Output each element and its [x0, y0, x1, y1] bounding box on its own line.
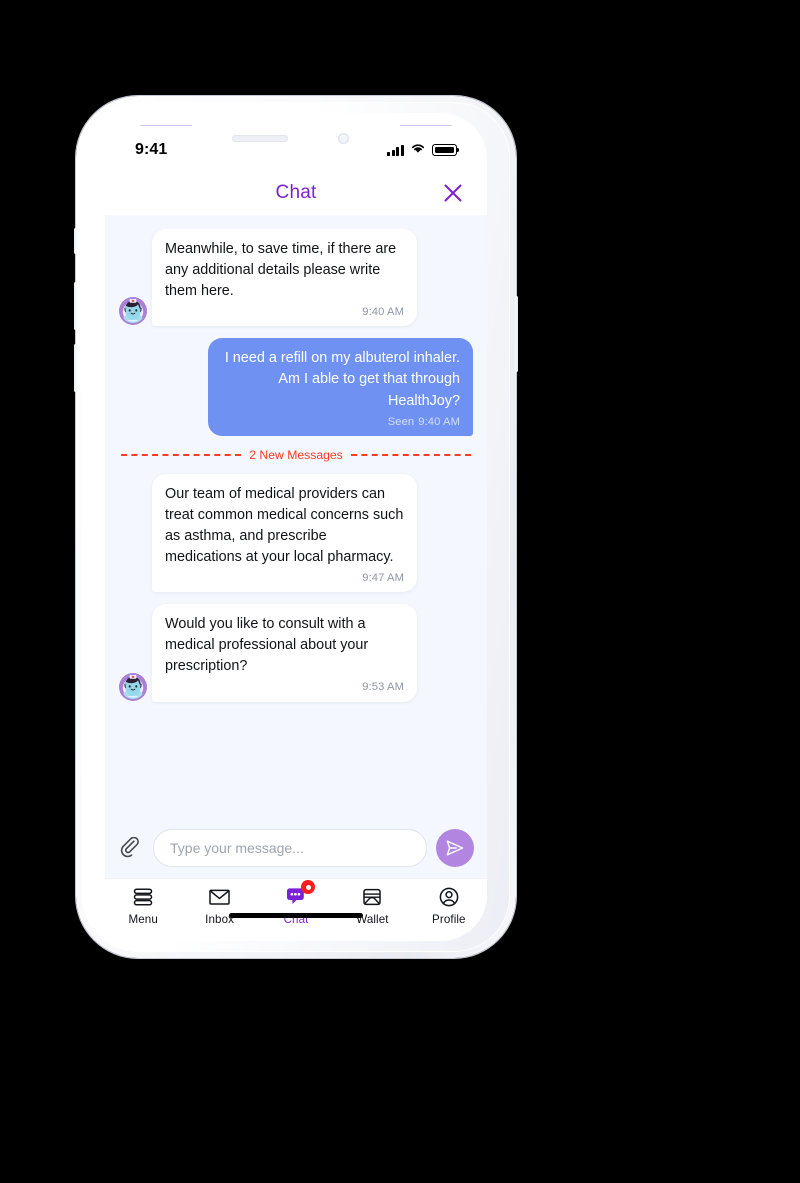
message-read-status: Seen [387, 415, 415, 428]
message-row: Would you like to consult with a medical… [119, 604, 473, 702]
message-timestamp: 9:53 AM [362, 681, 404, 694]
new-messages-label: 2 New Messages [249, 447, 343, 462]
status-bar-icons [387, 141, 460, 159]
chat-notification-badge [301, 880, 316, 894]
tab-menu[interactable]: Menu [105, 885, 181, 926]
tab-inbox[interactable]: Inbox [181, 885, 257, 926]
chat-bubble-icon [285, 880, 316, 909]
avatar [119, 297, 147, 326]
send-paper-plane-icon [446, 840, 464, 856]
phone-device-frame: 9:41 Chat Meanwhile, to save time, if th… [74, 96, 518, 958]
chat-message-list[interactable]: Meanwhile, to save time, if there are an… [105, 215, 487, 818]
message-text: Would you like to consult with a medical… [165, 616, 369, 675]
message-timestamp: 9:47 AM [362, 572, 404, 584]
power-button[interactable] [515, 296, 518, 372]
message-row: I need a refill on my albuterol inhaler.… [119, 338, 473, 436]
wifi-icon [410, 141, 426, 159]
nurse-avatar-icon [119, 297, 147, 326]
tab-wallet[interactable]: Wallet [334, 885, 410, 926]
new-messages-divider: 2 New Messages [121, 447, 472, 462]
volume-down-button[interactable] [74, 344, 77, 392]
page-title: Chat [275, 182, 317, 203]
user-circle-icon [438, 885, 460, 909]
message-input[interactable] [153, 829, 427, 867]
silent-switch-button[interactable] [74, 228, 77, 254]
message-text: I need a refill on my albuterol inhaler.… [224, 350, 460, 409]
cellular-signal-icon [387, 144, 404, 156]
status-bar-time: 9:41 [135, 141, 168, 158]
volume-up-button[interactable] [74, 282, 77, 330]
message-row: Our team of medical providers can treat … [119, 473, 473, 593]
nurse-avatar-icon [119, 672, 147, 701]
home-indicator[interactable] [229, 913, 363, 918]
menu-stacked-bars-icon [132, 885, 154, 909]
envelope-icon [208, 885, 231, 909]
message-timestamp: 9:40 AM [362, 306, 404, 319]
message-composer [105, 818, 487, 878]
bottom-navigation-bar: Menu Inbox Chat Wallet Profile [105, 878, 487, 941]
status-bar: 9:41 [105, 139, 487, 161]
chat-scroll-area[interactable]: Meanwhile, to save time, if there are an… [105, 229, 487, 818]
message-timestamp: 9:40 AM [418, 415, 460, 428]
tab-label: Menu [128, 913, 158, 926]
message-text: Our team of medical providers can treat … [165, 485, 404, 565]
app-header: Chat [105, 171, 487, 215]
message-bubble-incoming: Our team of medical providers can treat … [152, 473, 417, 593]
tab-label: Profile [432, 913, 466, 926]
wallet-icon [361, 885, 383, 909]
decorative-hairline-left [140, 125, 192, 126]
message-bubble-incoming: Meanwhile, to save time, if there are an… [152, 229, 417, 327]
message-bubble-outgoing: I need a refill on my albuterol inhaler.… [208, 338, 473, 436]
paperclip-icon[interactable] [118, 835, 144, 861]
message-row: Meanwhile, to save time, if there are an… [119, 229, 473, 327]
screenshot-stage: 9:41 Chat Meanwhile, to save time, if th… [0, 0, 800, 1183]
close-icon[interactable] [439, 179, 467, 207]
battery-full-icon [432, 144, 460, 156]
decorative-hairline-right [400, 125, 452, 126]
divider-dash-left [121, 453, 242, 456]
tab-profile[interactable]: Profile [411, 885, 487, 926]
divider-dash-right [350, 453, 472, 456]
avatar [119, 672, 147, 701]
phone-screen: 9:41 Chat Meanwhile, to save time, if th… [105, 113, 487, 941]
message-text: Meanwhile, to save time, if there are an… [165, 241, 397, 300]
message-meta: Seen 9:40 AM [221, 414, 460, 430]
tab-chat[interactable]: Chat [258, 880, 334, 926]
message-bubble-incoming: Would you like to consult with a medical… [152, 604, 417, 702]
send-button[interactable] [436, 829, 474, 867]
